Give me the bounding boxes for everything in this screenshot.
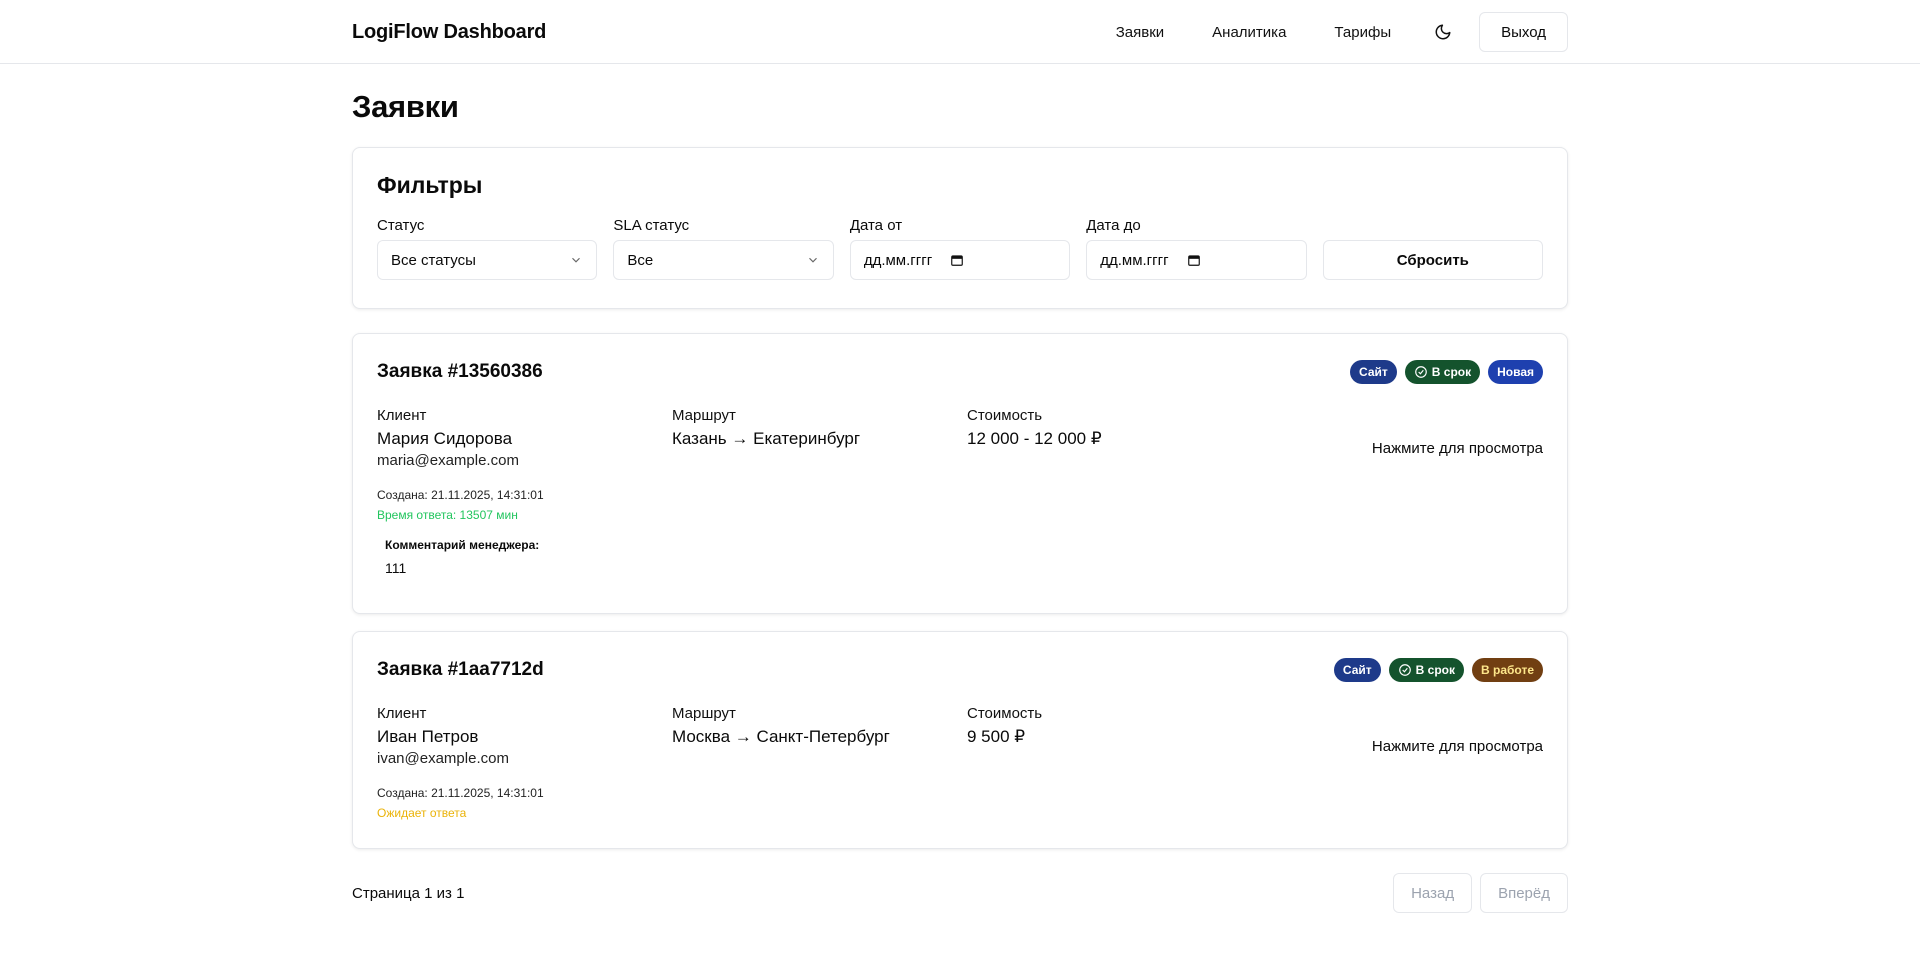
sla-select-value: Все bbox=[627, 251, 654, 269]
order-card[interactable]: Заявка #1aa7712d Сайт В срок В работе Кл… bbox=[352, 631, 1568, 849]
sla-badge: В срок bbox=[1404, 360, 1481, 384]
date-to-placeholder: дд.мм.гггг bbox=[1100, 251, 1169, 269]
moon-icon bbox=[1435, 24, 1451, 40]
source-badge: Сайт bbox=[1333, 658, 1381, 682]
date-to-label: Дата до bbox=[1086, 217, 1141, 234]
prev-page-button[interactable]: Назад bbox=[1393, 873, 1473, 913]
view-details-link[interactable]: Нажмите для просмотра bbox=[1372, 738, 1543, 755]
client-name: Мария Сидорова bbox=[377, 429, 513, 448]
reset-filters-button[interactable]: Сбросить bbox=[1322, 240, 1544, 280]
calendar-icon[interactable] bbox=[1187, 253, 1201, 267]
client-email: ivan@example.com bbox=[377, 750, 509, 767]
check-circle-icon bbox=[1398, 664, 1411, 676]
view-details-link[interactable]: Нажмите для просмотра bbox=[1372, 440, 1543, 457]
nav-link-tariffs[interactable]: Тарифы bbox=[1334, 24, 1391, 41]
status-select-value: Все статусы bbox=[391, 251, 476, 269]
source-badge: Сайт bbox=[1350, 360, 1397, 384]
date-from-label: Дата от bbox=[849, 217, 903, 234]
route-value: Москва → Санкт-Петербург bbox=[672, 727, 890, 746]
check-circle-icon bbox=[1414, 366, 1427, 378]
filters-title: Фильтры bbox=[377, 172, 483, 198]
route-label: Маршрут bbox=[672, 705, 736, 722]
main-content: Заявки Фильтры Статус Все статусы SLA ст… bbox=[352, 87, 1568, 913]
sla-filter-label: SLA статус bbox=[613, 217, 690, 234]
nav-link-analytics[interactable]: Аналитика bbox=[1212, 24, 1286, 41]
status-badge: Новая bbox=[1488, 360, 1543, 384]
status-select[interactable]: Все статусы bbox=[377, 240, 598, 280]
main-nav: Заявки Аналитика Тарифы Выход bbox=[1116, 12, 1568, 52]
order-card[interactable]: Заявка #13560386 Сайт В срок Новая Клиен… bbox=[352, 333, 1568, 614]
page-info: Страница 1 из 1 bbox=[352, 884, 465, 902]
date-from-input[interactable]: дд.мм.гггг bbox=[849, 240, 1071, 280]
status-badge: В работе bbox=[1472, 658, 1543, 682]
created-at: Создана: 21.11.2025, 14:31:01 bbox=[377, 786, 544, 800]
brand-title[interactable]: LogiFlow Dashboard bbox=[352, 21, 546, 44]
top-navbar: LogiFlow Dashboard Заявки Аналитика Тари… bbox=[0, 0, 1920, 64]
page-title: Заявки bbox=[352, 89, 459, 124]
next-page-button[interactable]: Вперёд bbox=[1480, 873, 1568, 913]
client-label: Клиент bbox=[377, 407, 427, 424]
theme-toggle-button[interactable] bbox=[1425, 14, 1461, 50]
sla-badge-label: В срок bbox=[1431, 365, 1472, 379]
response-status: Ожидает ответа bbox=[377, 806, 467, 820]
chevron-down-icon bbox=[808, 257, 817, 263]
client-name: Иван Петров bbox=[377, 727, 479, 746]
client-label: Клиент bbox=[377, 705, 427, 722]
sla-select[interactable]: Все bbox=[613, 240, 834, 280]
cost-label: Стоимость bbox=[967, 407, 1043, 424]
created-at: Создана: 21.11.2025, 14:31:01 bbox=[377, 488, 544, 502]
order-badges: Сайт В срок В работе bbox=[1333, 658, 1543, 682]
nav-link-orders[interactable]: Заявки bbox=[1116, 24, 1164, 41]
cost-value: 12 000 - 12 000 ₽ bbox=[967, 429, 1102, 448]
cost-label: Стоимость bbox=[967, 705, 1043, 722]
status-filter-label: Статус bbox=[377, 217, 425, 234]
client-email: maria@example.com bbox=[377, 452, 519, 469]
manager-comment-text: 111 bbox=[385, 560, 407, 576]
chevron-down-icon bbox=[572, 257, 581, 263]
pagination: Страница 1 из 1 Назад Вперёд bbox=[352, 873, 1568, 913]
order-title: Заявка #13560386 bbox=[377, 361, 543, 382]
manager-comment: Комментарий менеджера: 111 bbox=[377, 537, 1543, 578]
order-badges: Сайт В срок Новая bbox=[1350, 360, 1543, 384]
logout-button[interactable]: Выход bbox=[1479, 12, 1568, 52]
order-title: Заявка #1aa7712d bbox=[377, 659, 544, 680]
date-to-input[interactable]: дд.мм.гггг bbox=[1086, 240, 1307, 280]
date-from-placeholder: дд.мм.гггг bbox=[863, 251, 933, 269]
calendar-icon[interactable] bbox=[950, 253, 964, 267]
response-time: Время ответа: 13507 мин bbox=[377, 508, 518, 522]
cost-value: 9 500 ₽ bbox=[967, 727, 1026, 746]
sla-badge: В срок bbox=[1388, 658, 1464, 682]
filters-panel: Фильтры Статус Все статусы SLA статус Вс… bbox=[352, 147, 1568, 309]
manager-comment-label: Комментарий менеджера: bbox=[385, 538, 540, 552]
route-label: Маршрут bbox=[672, 407, 736, 424]
route-value: Казань → Екатеринбург bbox=[672, 429, 861, 448]
sla-badge-label: В срок bbox=[1415, 663, 1455, 677]
